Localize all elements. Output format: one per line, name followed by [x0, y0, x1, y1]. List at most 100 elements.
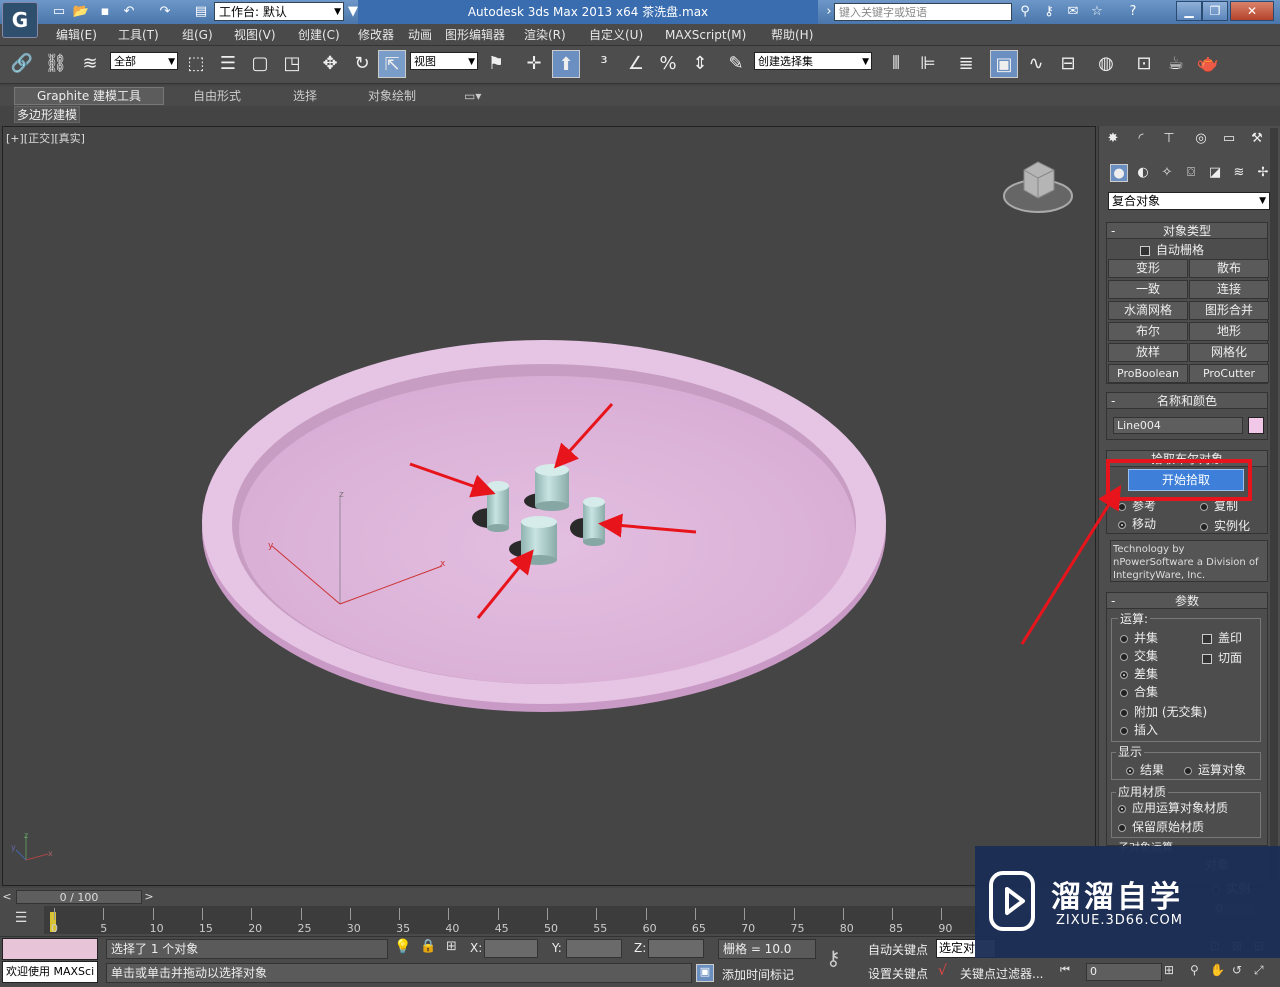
cameras-icon[interactable]: ⌼: [1182, 164, 1200, 182]
track-bar[interactable]: [44, 906, 978, 934]
menu-group[interactable]: 组(G): [182, 24, 213, 46]
unlink-icon[interactable]: ⛓: [42, 50, 70, 78]
binoculars-icon[interactable]: ⚲: [1016, 3, 1034, 21]
save-icon[interactable]: ▪: [96, 3, 114, 21]
subtraction-radio[interactable]: 差集: [1120, 665, 1158, 682]
operands-radio[interactable]: 运算对象: [1184, 761, 1246, 778]
menu-views[interactable]: 视图(V): [234, 24, 276, 46]
display-tab-icon[interactable]: ▭: [1220, 130, 1238, 148]
motion-tab-icon[interactable]: ◎: [1192, 130, 1210, 148]
geometry-icon[interactable]: ●: [1110, 164, 1128, 182]
scale-icon[interactable]: ⇱: [378, 50, 406, 78]
rect-selection-icon[interactable]: ▢: [246, 50, 274, 78]
new-file-icon[interactable]: ▭: [50, 3, 68, 21]
layer-manager-icon[interactable]: ≣: [952, 50, 980, 78]
zoom-icon[interactable]: ⚲: [1190, 963, 1206, 981]
rollout-header[interactable]: - 对象类型: [1107, 223, 1267, 239]
menu-edit[interactable]: 编辑(E): [56, 24, 97, 46]
cookie-checkbox[interactable]: 切面: [1202, 649, 1242, 666]
menu-customize[interactable]: 自定义(U): [589, 24, 643, 46]
menu-rendering[interactable]: 渲染(R): [524, 24, 566, 46]
render-setup-icon[interactable]: ⊡: [1130, 50, 1158, 78]
conform-button[interactable]: 一致: [1108, 280, 1188, 299]
mesher-button[interactable]: 网格化: [1189, 343, 1269, 362]
maxscript-mini-listener[interactable]: 欢迎使用 MAXSci: [2, 961, 98, 983]
next-frame-icon[interactable]: >: [142, 890, 156, 904]
star-icon[interactable]: ☆: [1088, 3, 1106, 21]
connect-button[interactable]: 连接: [1189, 280, 1269, 299]
z-coord-input[interactable]: [648, 939, 704, 958]
curve-editor-icon[interactable]: ∿: [1022, 50, 1050, 78]
window-crossing-icon[interactable]: ◳: [278, 50, 306, 78]
key-mode-icon[interactable]: ⚷: [826, 946, 856, 976]
merge-radio[interactable]: 合集: [1120, 683, 1158, 700]
help-icon[interactable]: ?: [1124, 3, 1142, 21]
link-icon[interactable]: 🔗: [8, 50, 36, 78]
time-slider[interactable]: 0 / 100: [16, 890, 142, 904]
current-frame-input[interactable]: 0: [1086, 963, 1162, 981]
loft-button[interactable]: 放样: [1108, 343, 1188, 362]
snap-toggle-icon[interactable]: ³: [590, 50, 618, 78]
search-input[interactable]: 键入关键字或短语: [834, 3, 1012, 21]
retain-original-material-radio[interactable]: 保留原始材质: [1118, 818, 1204, 835]
reference-coord-dropdown[interactable]: 视图 ▼: [410, 52, 478, 70]
maximize-button[interactable]: ❐: [1202, 1, 1228, 21]
close-button[interactable]: ✕: [1230, 1, 1274, 21]
workspace-dropdown[interactable]: 工作台: 默认 ▼: [214, 2, 344, 21]
rollout-header[interactable]: - 参数: [1107, 593, 1267, 609]
lock-icon[interactable]: 🔒: [420, 939, 436, 959]
hierarchy-tab-icon[interactable]: ⊤: [1160, 130, 1178, 148]
start-pick-button[interactable]: 开始拾取: [1128, 469, 1244, 491]
auto-key-button[interactable]: 自动关键点: [868, 941, 928, 958]
x-coord-input[interactable]: [484, 939, 538, 958]
attach-radio[interactable]: 附加 (无交集): [1120, 703, 1207, 720]
add-time-tag[interactable]: 添加时间标记: [722, 966, 794, 983]
imprint-checkbox[interactable]: 盖印: [1202, 629, 1242, 646]
angle-snap-icon[interactable]: ∠: [622, 50, 650, 78]
minimize-button[interactable]: ▁: [1176, 1, 1202, 21]
redo-icon[interactable]: ↷: [156, 3, 174, 21]
instance-radio[interactable]: 实例化: [1200, 517, 1250, 534]
rotate-icon[interactable]: ↻: [348, 50, 376, 78]
lights-icon[interactable]: ✧: [1158, 164, 1176, 182]
shapes-icon[interactable]: ◐: [1134, 164, 1152, 182]
menu-help[interactable]: 帮助(H): [771, 24, 813, 46]
tab-selection[interactable]: 选择: [293, 87, 317, 105]
menu-tools[interactable]: 工具(T): [118, 24, 159, 46]
select-by-name-icon[interactable]: ☰: [214, 50, 242, 78]
tab-object-paint[interactable]: 对象绘制: [368, 87, 416, 105]
proboolean-button[interactable]: ProBoolean: [1108, 364, 1188, 383]
maximize-viewport-icon[interactable]: ⤢: [1254, 963, 1270, 981]
category-dropdown[interactable]: 复合对象 ▼: [1108, 192, 1270, 210]
modify-tab-icon[interactable]: ◜: [1132, 130, 1150, 148]
project-folder-icon[interactable]: ▤: [192, 3, 210, 21]
edit-named-selection-icon[interactable]: ✎: [722, 50, 750, 78]
create-tab-icon[interactable]: ✸: [1104, 130, 1122, 148]
blobmesh-button[interactable]: 水滴网格: [1108, 301, 1188, 320]
key-filters-button[interactable]: 关键点过滤器...: [960, 965, 1043, 982]
named-selection-dropdown[interactable]: 创建选择集 ▼: [754, 52, 872, 70]
render-teapot-icon[interactable]: 🫖: [1194, 50, 1222, 78]
undo-icon[interactable]: ↶: [120, 3, 138, 21]
percent-snap-icon[interactable]: %: [654, 50, 682, 78]
auto-grid-checkbox[interactable]: 自动栅格: [1140, 241, 1204, 258]
menu-maxscript[interactable]: MAXScript(M): [665, 24, 746, 46]
terrain-button[interactable]: 地形: [1189, 322, 1269, 341]
track-bar-icon[interactable]: ☰: [10, 910, 32, 932]
menu-modifiers[interactable]: 修改器: [358, 24, 394, 46]
material-editor-icon[interactable]: ◍: [1092, 50, 1120, 78]
prev-frame-icon[interactable]: <: [0, 890, 14, 904]
align-icon[interactable]: ⊫: [914, 50, 942, 78]
procutter-button[interactable]: ProCutter: [1189, 364, 1269, 383]
key-tangent-icon[interactable]: √: [938, 963, 956, 981]
morph-button[interactable]: 变形: [1108, 259, 1188, 278]
ribbon-options-icon[interactable]: ▭▾: [464, 87, 481, 105]
menu-create[interactable]: 创建(C): [298, 24, 340, 46]
menu-graph-editors[interactable]: 图形编辑器: [445, 24, 505, 46]
app-logo-icon[interactable]: G: [2, 2, 38, 38]
helpers-icon[interactable]: ◪: [1206, 164, 1224, 182]
object-color-swatch[interactable]: [1248, 417, 1264, 434]
rollout-header[interactable]: - 名称和颜色: [1107, 393, 1267, 409]
boolean-button[interactable]: 布尔: [1108, 322, 1188, 341]
polygon-modeling-tab[interactable]: 多边形建模: [14, 106, 80, 123]
